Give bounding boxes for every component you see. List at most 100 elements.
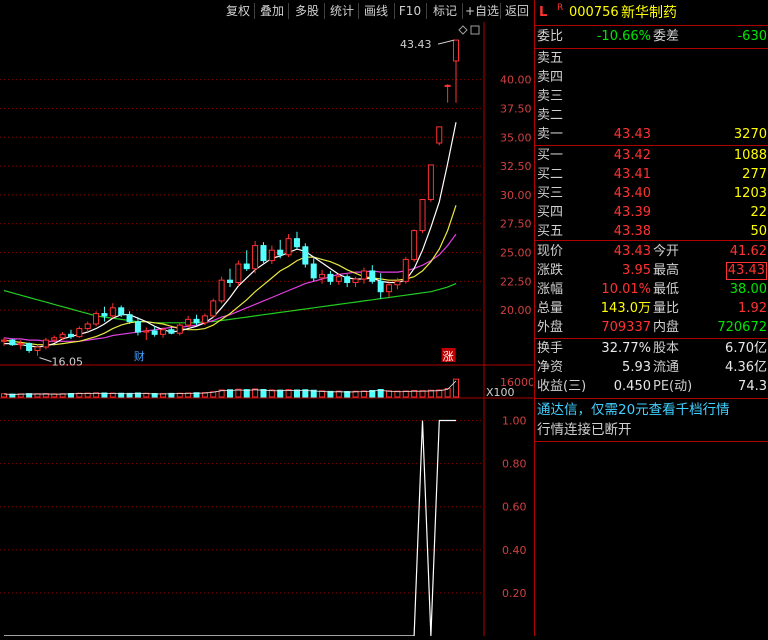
candle-body[interactable] xyxy=(17,343,24,346)
candle-body[interactable] xyxy=(109,307,116,317)
window-icon[interactable] xyxy=(470,25,480,35)
candle-body[interactable] xyxy=(285,238,292,256)
quote-value: 1.92 xyxy=(738,301,767,316)
candle-body[interactable] xyxy=(126,314,133,323)
toolbar-button-7[interactable]: +自选 xyxy=(464,2,500,20)
indicator-tick-label: 0.40 xyxy=(502,544,527,557)
price-tick-label: 30.00 xyxy=(500,189,532,202)
chart-area[interactable]: 20.00 22.50 25.00 27.50 30.00 32.50 35.00 37.50… xyxy=(0,22,535,637)
candle-body[interactable] xyxy=(436,126,443,144)
candle-body[interactable] xyxy=(168,329,175,334)
candle-body[interactable] xyxy=(268,249,275,262)
toolbar-separator xyxy=(358,3,359,19)
fund-label: 流通 xyxy=(653,360,680,375)
buy-row[interactable]: 买四 43.39 22 xyxy=(535,203,768,223)
candle-body[interactable] xyxy=(386,284,393,293)
buy-row[interactable]: 买五 43.38 50 xyxy=(535,222,768,242)
price-tick-label: 25.00 xyxy=(500,247,532,260)
toolbar-button-3[interactable]: 统计 xyxy=(326,2,358,20)
buy-volume: 1203 xyxy=(733,186,767,201)
promo-notice[interactable]: 通达信，仅需20元查看千档行情 xyxy=(535,400,768,420)
candle-body[interactable] xyxy=(143,330,150,333)
kline-chart-svg[interactable]: 20.00 22.50 25.00 27.50 30.00 32.50 35.00 37.50… xyxy=(0,22,535,637)
candle-body[interactable] xyxy=(76,328,83,338)
candle-body[interactable] xyxy=(9,339,16,346)
candle-body[interactable] xyxy=(369,270,376,282)
candle-body[interactable] xyxy=(444,84,451,87)
candle-body[interactable] xyxy=(42,339,49,348)
sell-row[interactable]: 卖五 xyxy=(535,49,768,69)
toolbar-button-4[interactable]: 画线 xyxy=(360,2,392,20)
promo-text[interactable]: 通达信，仅需20元查看千档行情 xyxy=(537,400,730,420)
candle-body[interactable] xyxy=(151,330,158,335)
sell-row[interactable]: 卖四 xyxy=(535,68,768,88)
sell-label: 卖一 xyxy=(537,127,564,142)
candle-body[interactable] xyxy=(176,324,183,334)
candle-body[interactable] xyxy=(26,343,33,351)
candle-body[interactable] xyxy=(394,280,401,286)
sell-row[interactable]: 卖三 xyxy=(535,87,768,107)
stock-code: 000756 xyxy=(569,5,619,20)
toolbar-button-0[interactable]: 复权 xyxy=(222,2,254,20)
candle-body[interactable] xyxy=(319,273,326,279)
quote-value: 3.95 xyxy=(622,263,651,278)
toolbar-separator xyxy=(394,3,395,19)
buy-row[interactable]: 买二 43.41 277 xyxy=(535,165,768,185)
candle-body[interactable] xyxy=(118,307,125,316)
candle-body[interactable] xyxy=(218,279,225,302)
candle-body[interactable] xyxy=(101,313,108,317)
candle-body[interactable] xyxy=(243,263,250,270)
diamond-icon[interactable] xyxy=(458,25,468,35)
candle-body[interactable] xyxy=(51,337,58,341)
candle-body[interactable] xyxy=(160,329,167,335)
candle-body[interactable] xyxy=(360,270,367,280)
buy-row[interactable]: 买三 43.40 1203 xyxy=(535,184,768,204)
fund-value: 32.77% xyxy=(601,341,651,356)
candle-body[interactable] xyxy=(452,39,460,62)
candle-body[interactable] xyxy=(335,276,342,282)
candle-body[interactable] xyxy=(402,258,409,282)
candle-body[interactable] xyxy=(210,300,217,317)
quote-row: 总量 143.0万 量比 1.92 xyxy=(535,299,768,319)
candle-body[interactable] xyxy=(226,279,234,283)
candle-body[interactable] xyxy=(134,321,141,333)
toolbar-button-6[interactable]: 标记 xyxy=(428,2,462,20)
event-marker-cai[interactable]: 财 xyxy=(134,349,145,363)
toolbar-button-8[interactable]: 返回 xyxy=(502,2,532,20)
candle-body[interactable] xyxy=(93,313,100,325)
candle-body[interactable] xyxy=(310,263,317,279)
candle-body[interactable] xyxy=(327,273,334,282)
candle-body[interactable] xyxy=(352,278,359,283)
toolbar-button-1[interactable]: 叠加 xyxy=(256,2,288,20)
candle-body[interactable] xyxy=(201,315,208,324)
candle-body[interactable] xyxy=(260,245,267,262)
event-marker-zhang[interactable]: 涨 xyxy=(443,350,454,363)
candle-body[interactable] xyxy=(0,339,8,342)
candle-body[interactable] xyxy=(252,245,259,270)
candle-body[interactable] xyxy=(377,280,384,293)
divider xyxy=(535,25,768,26)
candle-body[interactable] xyxy=(293,238,300,248)
candle-body[interactable] xyxy=(67,333,74,338)
stock-header: L R 000756 新华制药 xyxy=(535,2,768,24)
candle-body[interactable] xyxy=(277,249,284,256)
candle-body[interactable] xyxy=(344,276,351,283)
candle-body[interactable] xyxy=(34,346,41,351)
fund-value: 0.450 xyxy=(613,379,651,394)
fund-label: 收益(三) xyxy=(537,379,587,394)
toolbar-button-2[interactable]: 多股 xyxy=(290,2,324,20)
buy-row[interactable]: 买一 43.42 1088 xyxy=(535,146,768,166)
toolbar-separator xyxy=(426,3,427,19)
toolbar-button-5[interactable]: F10 xyxy=(396,2,424,20)
candle-body[interactable] xyxy=(419,198,426,232)
candle-body[interactable] xyxy=(84,323,91,330)
candle-body[interactable] xyxy=(427,164,434,200)
candle-body[interactable] xyxy=(235,263,242,283)
candle-body[interactable] xyxy=(185,318,192,326)
candle-body[interactable] xyxy=(302,246,309,265)
candle-body[interactable] xyxy=(59,333,66,339)
sell-row[interactable]: 卖二 xyxy=(535,106,768,126)
candle-body[interactable] xyxy=(411,230,418,260)
candle-body[interactable] xyxy=(193,318,200,324)
sell-row[interactable]: 卖一 43.43 3270 xyxy=(535,125,768,145)
